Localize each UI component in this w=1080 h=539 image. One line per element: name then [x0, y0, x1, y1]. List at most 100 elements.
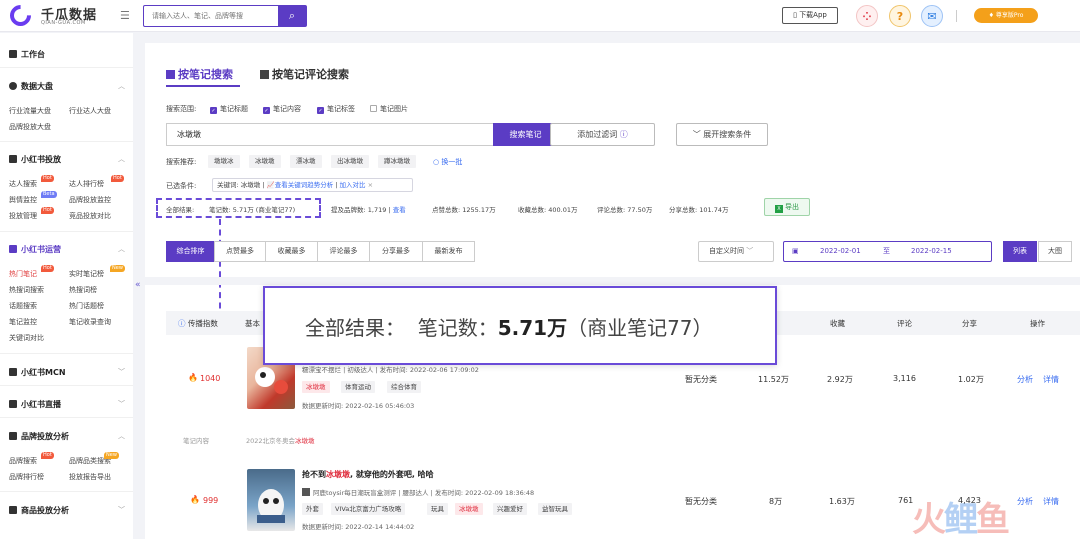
sidebar-item-realtime-rank[interactable]: 实时笔记榜	[69, 269, 104, 279]
author-line[interactable]: 阿鹿toysir每日潮玩盲盒测评 | 腰部达人 | 发布时间: 2022-02-…	[302, 487, 534, 497]
sidebar-section-live[interactable]: 小红书直播 ﹀	[9, 399, 133, 410]
view-brands-link[interactable]: 查看	[393, 206, 406, 214]
trend-analysis-link[interactable]: 📈查看关键词趋势分析	[267, 181, 334, 189]
sidebar-item-keyword-compare[interactable]: 关键词对比	[9, 333, 44, 343]
th-comment[interactable]: 评论	[897, 318, 912, 329]
apps-grid-icon[interactable]: ⁘	[856, 5, 878, 27]
recommend-tag[interactable]: 漂冰墩	[290, 155, 322, 168]
sidebar-item-brand-dashboard[interactable]: 品牌投放大盘	[9, 122, 51, 132]
author-line[interactable]: 糯漂宝不摆烂 | 初级达人 | 发布时间: 2022-02-06 17:09:0…	[302, 364, 479, 374]
section-title: 小红书运营	[21, 245, 61, 254]
sidebar-section-dashboard[interactable]: 数据大盘 ︿	[9, 81, 133, 92]
sidebar-item-hot-notes[interactable]: 热门笔记	[9, 269, 37, 279]
expand-conditions-button[interactable]: ﹀ 展开搜索条件	[676, 123, 768, 146]
note-tag[interactable]: 兴趣爱好	[493, 503, 527, 515]
sidebar-item-brand-monitor[interactable]: 品牌投放监控	[69, 195, 111, 205]
note-tag[interactable]: 体育运动	[341, 381, 375, 393]
search-icon[interactable]: ⌕	[278, 6, 306, 26]
condition-text: 关键词: 冰墩墩 |	[217, 181, 265, 189]
sidebar-item-ads-manage[interactable]: 投放管理	[9, 211, 37, 221]
export-button[interactable]: X 导出	[764, 198, 810, 216]
add-compare-link[interactable]: 加入对比	[340, 181, 366, 189]
sort-most-collects[interactable]: 收藏最多	[265, 241, 318, 262]
date-start[interactable]: 2022-02-01	[820, 242, 861, 261]
refresh-recommend-link[interactable]: ○ 换一批	[433, 157, 462, 167]
sidebar-item-report-export[interactable]: 投放报告导出	[69, 472, 111, 482]
view-grid-button[interactable]: 大图	[1038, 241, 1072, 262]
sort-most-comments[interactable]: 评论最多	[317, 241, 370, 262]
sort-newest[interactable]: 最新发布	[422, 241, 475, 262]
tab-note-search[interactable]: 按笔记搜索	[166, 66, 233, 82]
date-range-picker[interactable]: ▣ 2022-02-01 至 2022-02-15	[783, 241, 992, 262]
sort-most-likes[interactable]: 点赞最多	[214, 241, 266, 262]
sidebar-section-brand-analysis[interactable]: 品牌投放分析 ︿	[9, 431, 133, 442]
checkbox-note-content[interactable]: ✓ 笔记内容	[263, 104, 301, 114]
sidebar-item-kol-search[interactable]: 达人搜索	[9, 179, 37, 189]
date-end[interactable]: 2022-02-15	[911, 242, 952, 261]
sidebar-section-product-analysis[interactable]: 商品投放分析 ﹀	[9, 505, 133, 516]
th-share[interactable]: 分享	[962, 318, 977, 329]
detail-link[interactable]: 详情	[1043, 496, 1059, 507]
download-app-button[interactable]: ▯ 下载App	[782, 7, 838, 24]
comment-icon	[260, 70, 269, 79]
remove-condition-icon[interactable]: ×	[368, 181, 373, 189]
note-tag[interactable]: 冰墩墩	[455, 503, 483, 515]
sidebar-item-kol-rank[interactable]: 达人排行榜	[69, 179, 104, 189]
note-tag[interactable]: 冰墩墩	[302, 381, 330, 393]
sidebar-item-industry-traffic[interactable]: 行业流量大盘	[9, 106, 51, 116]
global-search-input[interactable]	[144, 6, 274, 26]
sidebar-section-xhs-ads[interactable]: 小红书投放 ︿	[9, 154, 133, 165]
note-title[interactable]: 抢不到冰墩墩, 就穿他的外套吧, 哈哈	[302, 469, 434, 480]
sidebar-section-mcn[interactable]: 小红书MCN ﹀	[9, 367, 133, 378]
analyze-link[interactable]: 分析	[1017, 374, 1033, 385]
sidebar-item-brand-search[interactable]: 品牌搜索	[9, 456, 37, 466]
note-tag[interactable]: 综合体育	[387, 381, 421, 393]
selected-label: 已选条件:	[166, 182, 197, 190]
analyze-link[interactable]: 分析	[1017, 496, 1033, 507]
sidebar-section-xhs-ops[interactable]: 小红书运营 ︿	[9, 244, 133, 255]
recommend-tag[interactable]: 墩墩冰	[208, 155, 240, 168]
vip-upgrade-button[interactable]: ♦ 尊享版Pro	[974, 8, 1038, 23]
sidebar-item-topic-rank[interactable]: 热门话题榜	[69, 301, 104, 311]
link-label: 换一批	[441, 158, 463, 166]
checkbox-note-images[interactable]: 笔记图片	[370, 104, 408, 114]
help-icon[interactable]: ?	[889, 5, 911, 27]
sidebar-item-note-index[interactable]: 笔记收录查询	[69, 317, 111, 327]
sidebar-item-topic-search[interactable]: 话题搜索	[9, 301, 37, 311]
add-filter-words-button[interactable]: 添加过滤词 ⓘ	[550, 123, 655, 146]
recommend-tag[interactable]: 出冰墩墩	[331, 155, 369, 168]
note-tag[interactable]: VIVa北京富力广场攻略	[331, 503, 406, 515]
th-collect[interactable]: 收藏	[830, 318, 845, 329]
date-mode-select[interactable]: 自定义时间 ﹀	[698, 241, 774, 262]
sidebar-item-note-monitor[interactable]: 笔记监控	[9, 317, 37, 327]
sort-most-shares[interactable]: 分享最多	[369, 241, 423, 262]
keyword-input[interactable]	[166, 123, 495, 146]
sidebar-item-industry-kol[interactable]: 行业达人大盘	[69, 106, 111, 116]
tab-comment-search[interactable]: 按笔记评论搜索	[260, 66, 349, 82]
sort-comprehensive[interactable]: 综合排序	[166, 241, 215, 262]
sidebar-workbench[interactable]: 工作台	[9, 49, 45, 60]
sidebar-item-sentiment[interactable]: 舆情监控	[9, 195, 37, 205]
menu-toggle-icon[interactable]: ☰	[120, 9, 130, 22]
detail-link[interactable]: 详情	[1043, 374, 1059, 385]
collapse-sidebar-icon[interactable]: «	[135, 280, 141, 290]
note-tag[interactable]: 玩具	[427, 503, 448, 515]
note-tag[interactable]: 益智玩具	[538, 503, 572, 515]
sidebar-item-hotword-search[interactable]: 热搜词搜索	[9, 285, 44, 295]
th-spread[interactable]: ⓘ 传播指数	[178, 318, 218, 329]
search-notes-button[interactable]: 搜索笔记	[493, 123, 558, 146]
sidebar-item-brand-rank[interactable]: 品牌排行榜	[9, 472, 44, 482]
qiangua-logo-icon[interactable]	[5, 0, 36, 31]
note-thumbnail[interactable]	[247, 469, 295, 531]
view-list-button[interactable]: 列表	[1003, 241, 1037, 262]
note-tag[interactable]: 外套	[302, 503, 323, 515]
section-title: 小红书MCN	[21, 368, 66, 377]
checkbox-note-tags[interactable]: ✓ 笔记标签	[317, 104, 355, 114]
checkbox-note-title[interactable]: ✓ 笔记标题	[210, 104, 248, 114]
mail-icon[interactable]: ✉	[921, 5, 943, 27]
recommend-tag[interactable]: 蹲冰墩墩	[378, 155, 416, 168]
spread-index: 1040	[200, 374, 221, 383]
sidebar-item-competitor-compare[interactable]: 竞品投放对比	[69, 211, 111, 221]
sidebar-item-hotword-rank[interactable]: 热搜词榜	[69, 285, 97, 295]
recommend-tag[interactable]: 冰墩墩	[249, 155, 281, 168]
